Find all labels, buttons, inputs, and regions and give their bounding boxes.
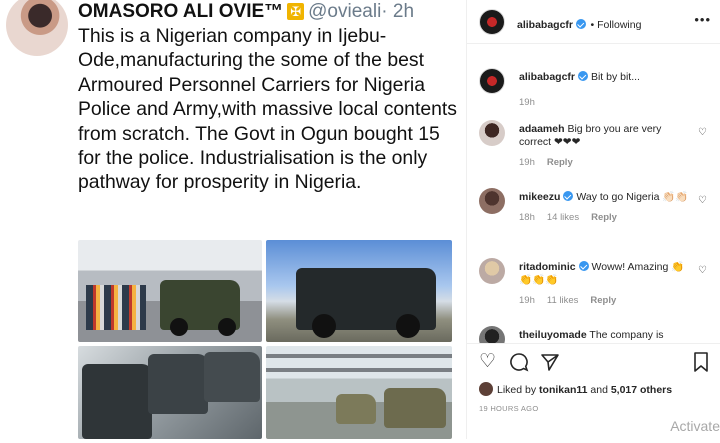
share-icon[interactable] bbox=[540, 352, 560, 377]
tweet-time: · 2h bbox=[381, 1, 415, 22]
liked-by-summary[interactable]: Liked by tonikan11 and 5,017 others bbox=[479, 382, 672, 396]
caption-text: Bit by bit... bbox=[590, 71, 640, 83]
cross-badge-icon: ✠ bbox=[287, 3, 305, 20]
liker-avatar bbox=[479, 382, 493, 396]
comment-username[interactable]: ritadominic bbox=[519, 261, 576, 273]
comment-username[interactable]: adaameh bbox=[519, 123, 565, 135]
verified-icon bbox=[578, 261, 589, 271]
comment-item: theiluyomade The company is bbox=[467, 326, 720, 343]
reply-button[interactable]: Reply bbox=[590, 295, 616, 306]
comment-time: 19h bbox=[519, 295, 535, 306]
poster-username[interactable]: alibabagcfr bbox=[517, 19, 573, 31]
verified-icon bbox=[578, 71, 589, 81]
caption-username[interactable]: alibabagcfr bbox=[519, 71, 575, 83]
comment-text: The company is bbox=[589, 329, 664, 341]
tweet-text: This is a Nigerian company in Ijebu-Ode,… bbox=[78, 25, 457, 194]
comment-likes[interactable]: 14 likes bbox=[547, 212, 579, 223]
comment-icon[interactable] bbox=[509, 352, 529, 377]
caption-avatar[interactable] bbox=[479, 68, 505, 94]
post-timestamp: 19 HOURS AGO bbox=[479, 404, 539, 413]
verified-icon bbox=[563, 191, 574, 201]
comment-username[interactable]: theiluyomade bbox=[519, 329, 587, 341]
following-button[interactable]: • Following bbox=[590, 19, 641, 31]
comment-like-heart-icon[interactable]: ♡ bbox=[698, 194, 707, 207]
tweet-author-avatar bbox=[6, 0, 68, 56]
heart-icon[interactable]: ♡ bbox=[479, 352, 496, 372]
activate-watermark: Activate bbox=[670, 418, 720, 434]
tweet-handle: @ovieali bbox=[308, 1, 382, 22]
poster-avatar[interactable] bbox=[479, 9, 505, 35]
commenter-avatar[interactable] bbox=[479, 326, 505, 343]
tweet-author-name: OMASORO ALI OVIE™ bbox=[78, 1, 284, 22]
bookmark-icon[interactable] bbox=[693, 352, 709, 377]
tweet-photo-1 bbox=[78, 240, 262, 342]
tweet-photo-2 bbox=[266, 240, 452, 342]
more-icon[interactable]: ••• bbox=[694, 12, 711, 27]
commenter-avatar[interactable] bbox=[479, 188, 505, 214]
comment-like-heart-icon[interactable]: ♡ bbox=[698, 264, 707, 277]
comment-time: 18h bbox=[519, 212, 535, 223]
comment-likes[interactable]: 11 likes bbox=[547, 295, 579, 306]
commenter-avatar[interactable] bbox=[479, 120, 505, 146]
tweet-header: OMASORO ALI OVIE™ ✠ @ovieali· 2h bbox=[78, 1, 414, 23]
instagram-post-panel: alibabagcfr • Following ••• alibabagcfr … bbox=[466, 0, 720, 439]
verified-icon bbox=[576, 19, 587, 29]
comment-text: Way to go Nigeria 👏🏻👏🏻 bbox=[576, 191, 689, 203]
liker-username[interactable]: tonikan11 bbox=[539, 384, 587, 396]
tweet-photo-4 bbox=[266, 346, 452, 439]
comment-username[interactable]: mikeezu bbox=[519, 191, 560, 203]
comment-like-heart-icon[interactable]: ♡ bbox=[698, 126, 707, 139]
reply-button[interactable]: Reply bbox=[547, 157, 573, 168]
tweet-screenshot: OMASORO ALI OVIE™ ✠ @ovieali· 2h This is a… bbox=[0, 0, 466, 439]
comment-time: 19h bbox=[519, 157, 535, 168]
tweet-photo-3 bbox=[78, 346, 262, 439]
commenter-avatar[interactable] bbox=[479, 258, 505, 284]
reply-button[interactable]: Reply bbox=[591, 212, 617, 223]
caption-time: 19h bbox=[519, 97, 535, 108]
likes-count[interactable]: 5,017 others bbox=[611, 384, 672, 396]
post-header: alibabagcfr • Following ••• bbox=[467, 0, 720, 44]
